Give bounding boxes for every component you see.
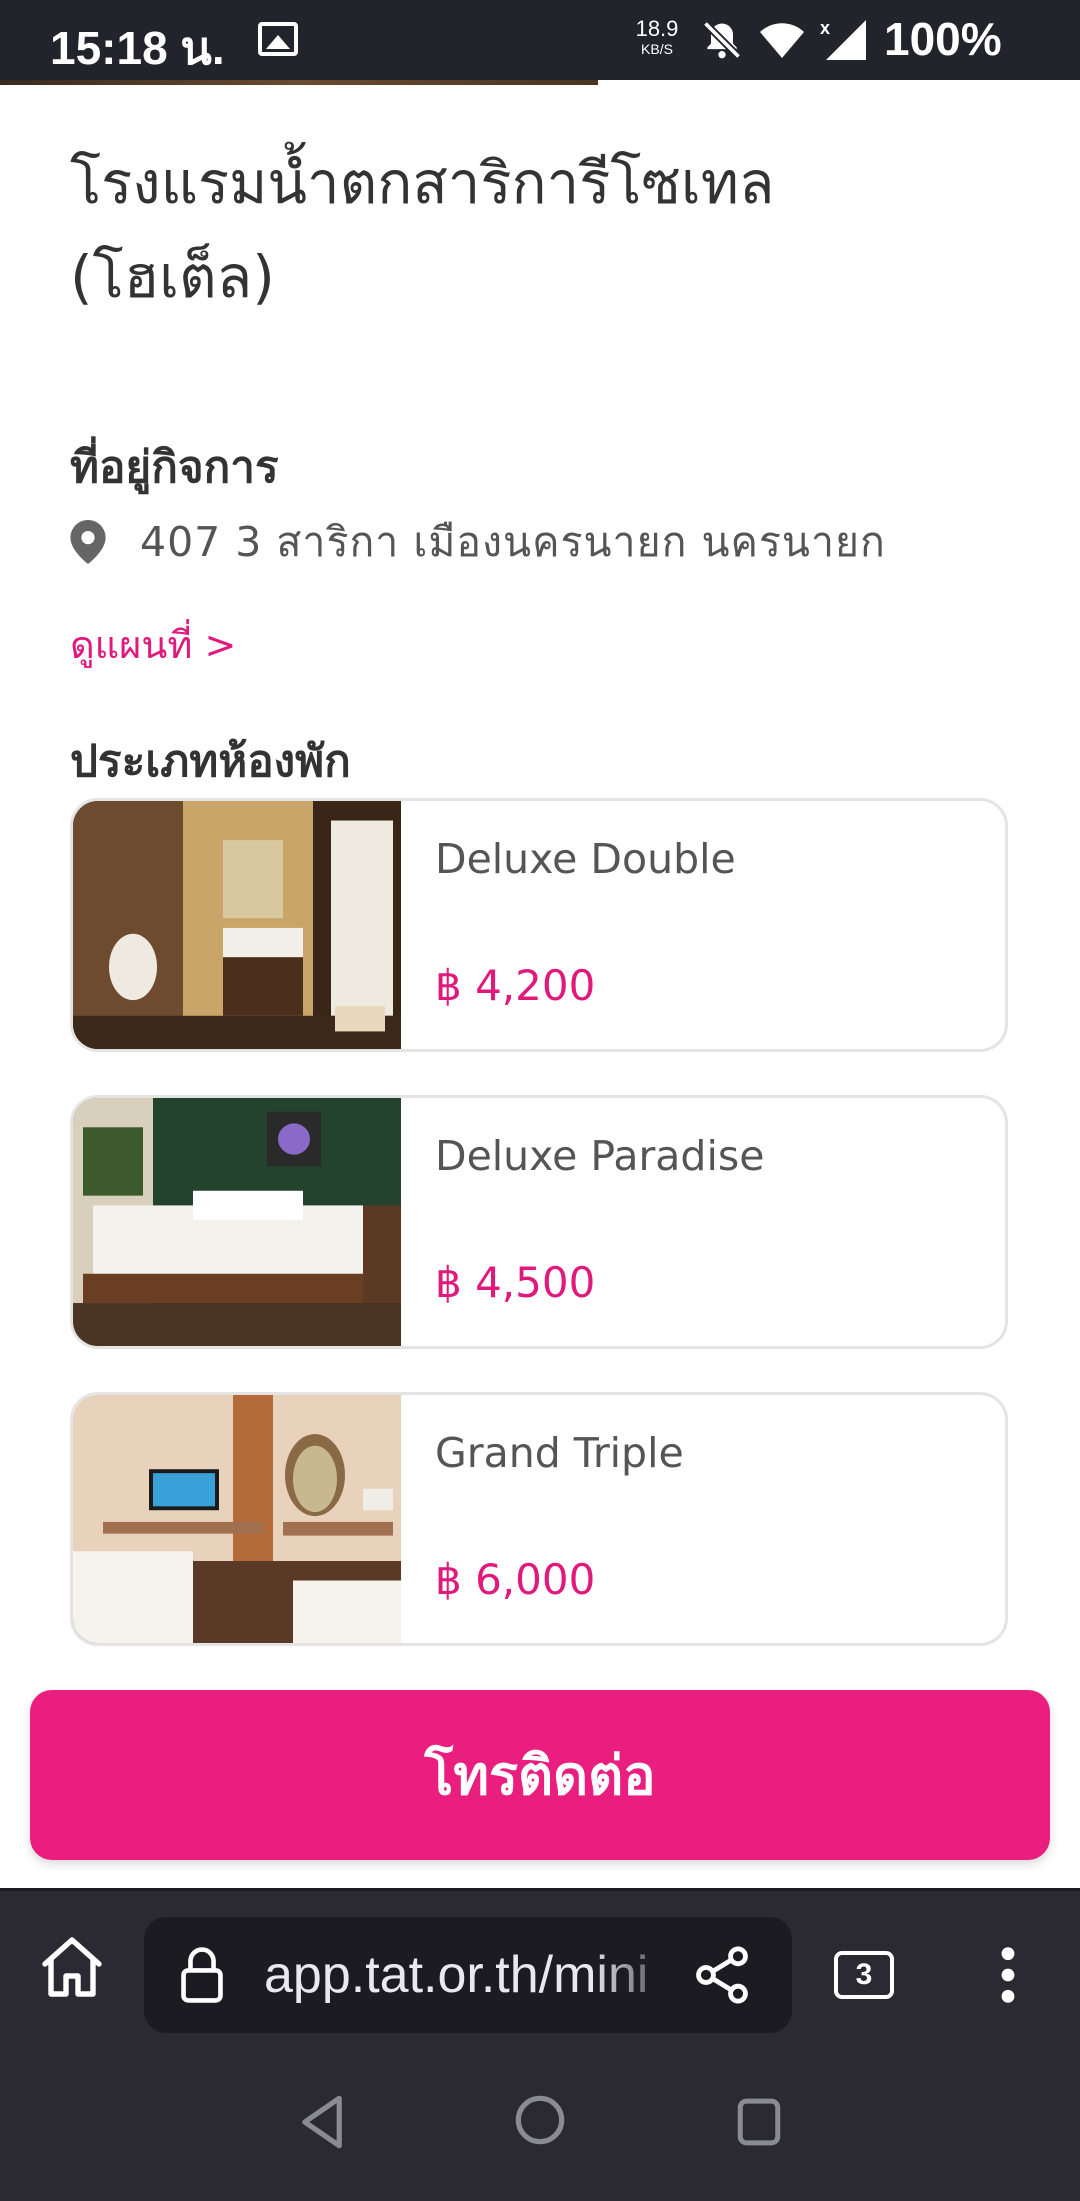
address-heading: ที่อยู่กิจการ	[70, 442, 279, 493]
view-map-link[interactable]: ดูแผนที่ >	[70, 614, 236, 675]
lock-icon	[181, 1947, 223, 2003]
wifi-icon	[760, 23, 804, 58]
room-name: Deluxe Double	[435, 835, 736, 883]
gallery-notification-icon	[258, 22, 298, 56]
room-photo-triple	[73, 1395, 401, 1643]
call-contact-button[interactable]: โทรติดต่อ	[30, 1690, 1050, 1860]
hero-image	[0, 80, 598, 85]
battery-level: 100%	[884, 13, 1002, 65]
bell-muted-icon	[702, 20, 742, 60]
address-text: 407 3 สาริกา เมืองนครนายก นครนายก	[140, 517, 886, 566]
room-name: Grand Triple	[435, 1429, 684, 1477]
cell-signal-icon: x	[820, 18, 866, 60]
back-icon[interactable]	[296, 2094, 348, 2150]
tabs-count-button[interactable]: 3	[834, 1951, 894, 1999]
url-bar[interactable]: app.tat.or.th/mini	[144, 1917, 792, 2033]
url-text: app.tat.or.th/mini	[264, 1946, 649, 2004]
home-nav-icon[interactable]	[514, 2090, 566, 2150]
location-pin-icon	[70, 520, 106, 564]
hotel-title: โรงแรมน้ำตกสาริการีโซเทล (โฮเต็ล)	[70, 136, 930, 324]
home-icon[interactable]	[36, 1931, 108, 2003]
room-price: ฿ 4,200	[435, 961, 596, 1010]
network-speed: 18.9 KB/S	[632, 16, 682, 57]
share-icon[interactable]	[690, 1943, 754, 2007]
room-price: ฿ 6,000	[435, 1555, 596, 1604]
svg-text:x: x	[820, 18, 830, 38]
status-time: 15:18 น.	[50, 22, 225, 74]
browser-toolbar: app.tat.or.th/mini 3	[0, 1888, 1080, 2038]
status-bar: 15:18 น. 18.9 KB/S x 100%	[0, 0, 1080, 80]
network-speed-value: 18.9	[635, 16, 679, 41]
room-card-grand-triple[interactable]: Grand Triple ฿ 6,000	[70, 1392, 1008, 1646]
room-card-deluxe-paradise[interactable]: Deluxe Paradise ฿ 4,500	[70, 1095, 1008, 1349]
room-name: Deluxe Paradise	[435, 1132, 765, 1180]
status-icons: x	[700, 14, 868, 66]
recents-icon[interactable]	[734, 2094, 784, 2150]
hotel-title-line1: โรงแรมน้ำตกสาริการีโซเทล	[70, 149, 775, 217]
address-row: 407 3 สาริกา เมืองนครนายก นครนายก	[70, 512, 886, 572]
room-price: ฿ 4,500	[435, 1258, 596, 1307]
room-photo-bathroom	[73, 801, 401, 1049]
network-speed-unit: KB/S	[641, 41, 673, 57]
more-options-icon[interactable]	[990, 1943, 1026, 2007]
room-types-heading: ประเภทห้องพัก	[70, 736, 351, 787]
system-navigation-bar	[0, 2038, 1080, 2201]
room-card-deluxe-double[interactable]: Deluxe Double ฿ 4,200	[70, 798, 1008, 1052]
room-photo-bedroom	[73, 1098, 401, 1346]
hotel-title-line2: (โฮเต็ล)	[70, 243, 275, 311]
